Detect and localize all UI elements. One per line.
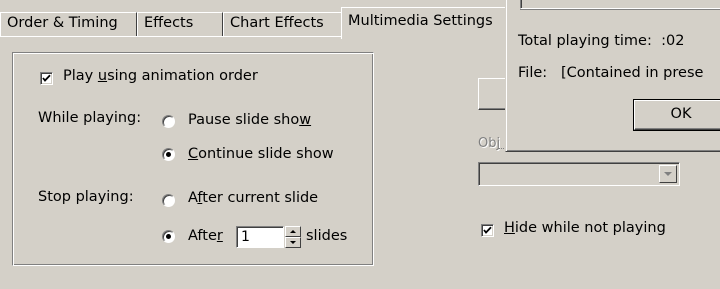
slides-label: slides (306, 228, 348, 244)
play-using-animation-order-label: Play using animation order (63, 68, 258, 84)
tab-multimedia-settings[interactable]: Multimedia Settings (341, 7, 506, 39)
media-info-dialog: Total playing time: :02 File: [Contained… (505, 0, 720, 152)
ok-label: OK (670, 106, 692, 122)
stop-playing-label: Stop playing: (38, 189, 134, 205)
object-action-dropdown[interactable] (478, 162, 680, 186)
spin-up-button[interactable] (285, 226, 301, 237)
tab-label: Effects (144, 15, 194, 31)
total-playing-time: Total playing time: :02 (518, 33, 685, 49)
while-playing-label: While playing: (38, 110, 142, 126)
dropdown-button[interactable] (659, 165, 677, 183)
tab-effects[interactable]: Effects (137, 12, 223, 36)
chevron-down-icon (664, 172, 672, 176)
arrow-up-icon (290, 230, 296, 233)
checkmark-icon (42, 74, 51, 82)
continue-slide-show-label: Continue slide show (188, 146, 334, 162)
spin-down-button[interactable] (285, 237, 301, 248)
hide-while-not-playing-label: Hide while not playing (504, 220, 666, 236)
pause-slide-show-label: Pause slide show (188, 112, 312, 128)
tab-label: Multimedia Settings (348, 13, 493, 29)
slides-count-input[interactable]: 1 (236, 226, 284, 248)
tab-strip-edge (0, 36, 345, 37)
after-current-slide-radio[interactable] (162, 194, 175, 207)
slides-count-spinner[interactable] (285, 226, 301, 248)
continue-slide-show-radio[interactable] (162, 148, 175, 161)
play-using-animation-order-checkbox[interactable] (40, 72, 53, 85)
dialog-inner-edge (520, 0, 720, 9)
arrow-down-icon (290, 241, 296, 244)
after-n-slides-label: After (188, 228, 223, 244)
after-n-slides-radio[interactable] (162, 230, 175, 243)
tab-chart-effects[interactable]: Chart Effects (223, 12, 342, 36)
object-action-label: Obj Obj (478, 136, 502, 152)
tab-order-timing[interactable]: Order & Timing (0, 12, 137, 36)
tab-label: Order & Timing (7, 15, 118, 31)
checkmark-icon (483, 226, 492, 234)
tab-label: Chart Effects (230, 15, 324, 31)
file-info: File: [Contained in prese (518, 65, 704, 81)
pause-slide-show-radio[interactable] (162, 115, 175, 128)
hide-while-not-playing-checkbox[interactable] (481, 224, 494, 237)
ok-button[interactable]: OK (634, 100, 720, 130)
after-current-slide-label: After current slide (188, 190, 319, 206)
